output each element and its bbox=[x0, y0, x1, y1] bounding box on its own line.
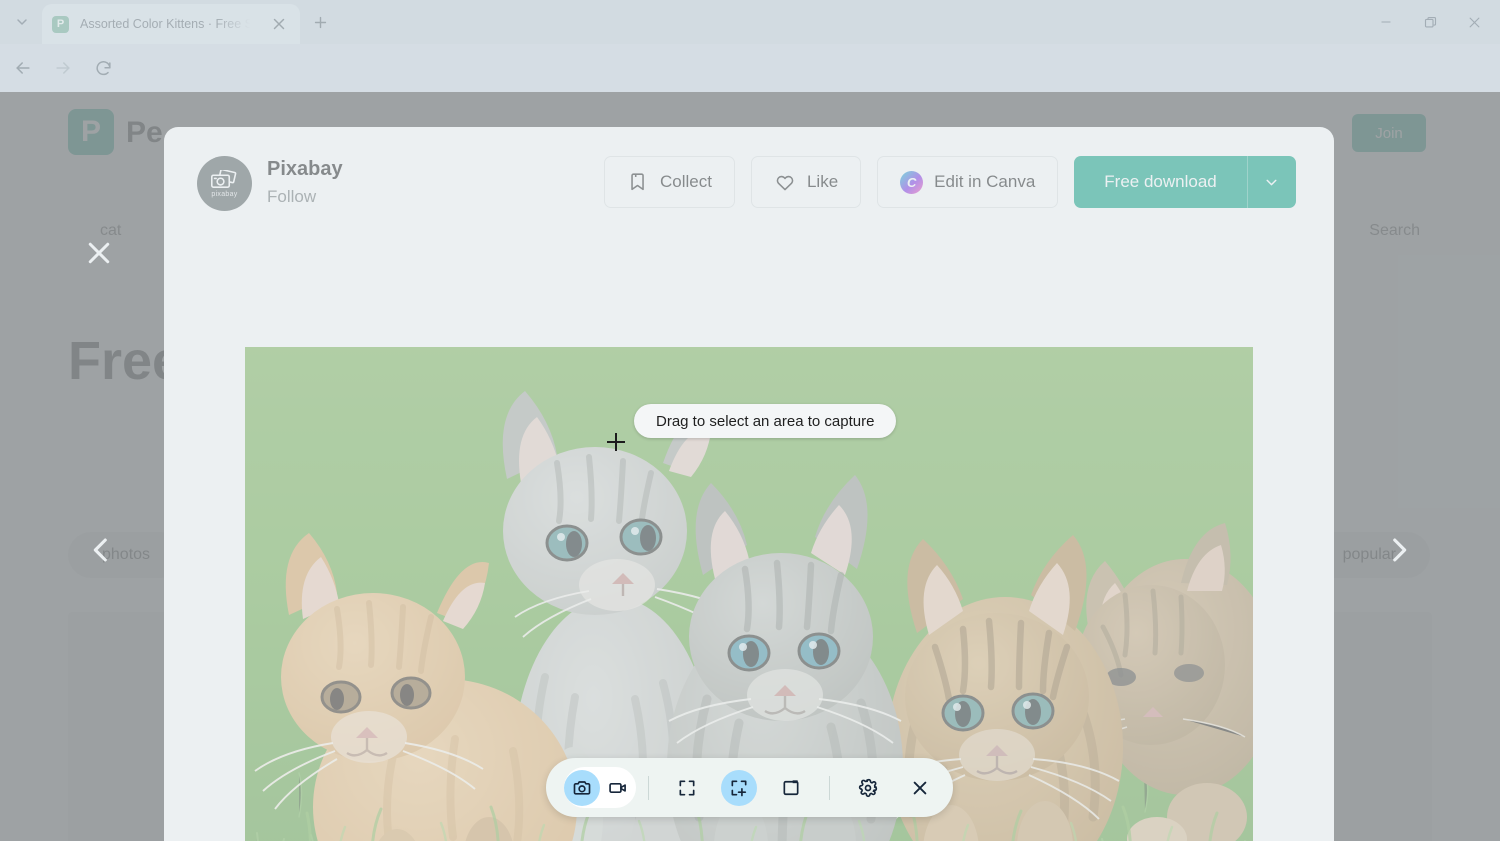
fullscreen-capture-button[interactable] bbox=[669, 770, 705, 806]
region-capture-button[interactable] bbox=[721, 770, 757, 806]
close-capture-button[interactable] bbox=[902, 770, 938, 806]
screen-capture-overlay[interactable]: Drag to select an area to capture bbox=[0, 0, 1500, 841]
crosshair-cursor bbox=[607, 433, 625, 451]
gear-icon bbox=[858, 778, 878, 798]
record-mode-button[interactable] bbox=[600, 770, 636, 806]
capture-mode-toggle bbox=[564, 767, 636, 808]
window-capture-button[interactable] bbox=[773, 770, 809, 806]
close-icon bbox=[910, 778, 930, 798]
browser-window: P Assorted Color Kittens · Free S bbox=[0, 0, 1500, 841]
capture-hint-tooltip: Drag to select an area to capture bbox=[634, 404, 896, 438]
capture-toolbar-divider bbox=[648, 776, 649, 800]
region-select-icon bbox=[729, 778, 749, 798]
video-camera-icon bbox=[608, 778, 628, 798]
capture-toolbar-divider-2 bbox=[829, 776, 830, 800]
window-icon bbox=[781, 778, 801, 798]
screenshot-mode-button[interactable] bbox=[564, 770, 600, 806]
camera-icon bbox=[572, 778, 592, 798]
capture-settings-button[interactable] bbox=[850, 770, 886, 806]
capture-toolbar bbox=[546, 758, 953, 817]
fullscreen-icon bbox=[677, 778, 697, 798]
